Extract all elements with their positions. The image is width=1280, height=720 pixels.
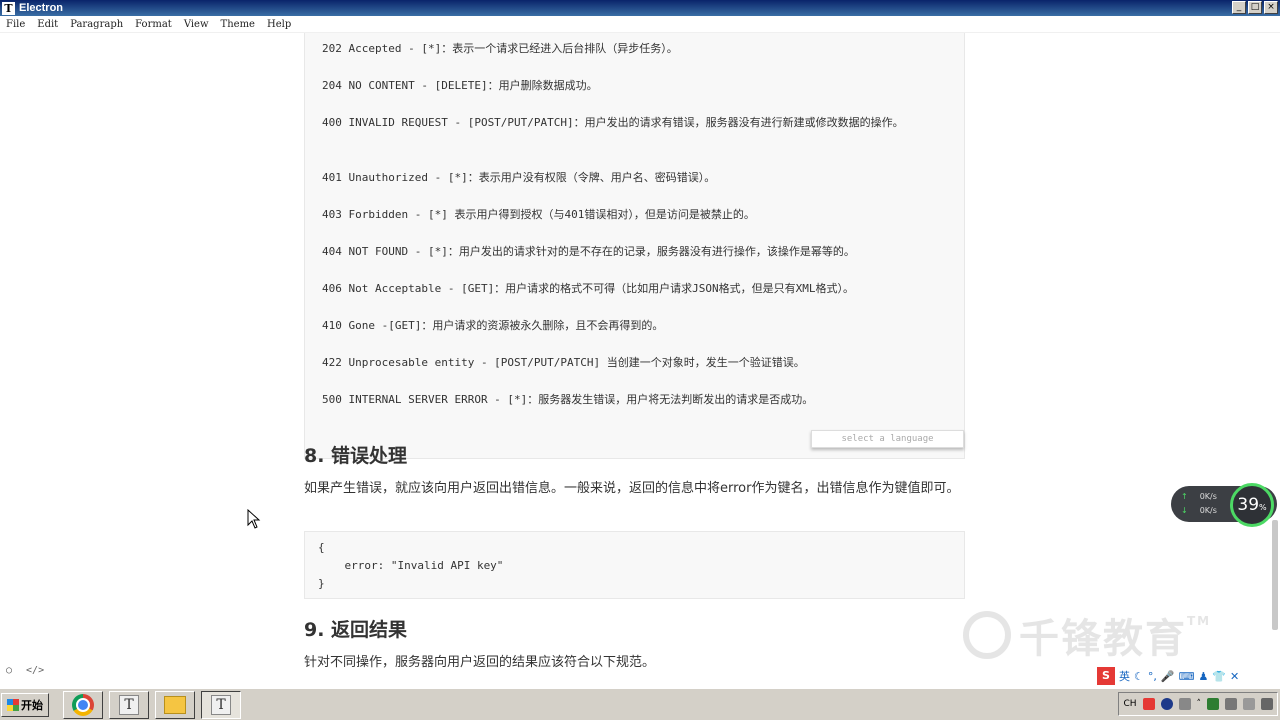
memory-usage-gauge: 39% [1230, 483, 1274, 527]
start-button[interactable]: 开始 [1, 692, 49, 717]
typora-icon: T [119, 694, 139, 715]
mouse-cursor-icon [247, 509, 261, 529]
ime-toolbar: S 英 ☾ °, 🎤 ⌨ ♟ 👕 ✕ [1097, 667, 1239, 685]
source-code-mode-icon[interactable]: </> [26, 665, 44, 676]
menu-view[interactable]: View [178, 19, 215, 30]
security-icon[interactable] [1207, 698, 1219, 710]
pen-icon[interactable] [1178, 698, 1191, 710]
microphone-icon[interactable]: 🎤 [1161, 670, 1175, 683]
folder-icon [164, 695, 186, 714]
code-line: 404 NOT FOUND - [*]：用户发出的请求针对的是不存在的记录，服务… [322, 245, 855, 258]
minimize-button[interactable]: _ [1232, 1, 1246, 14]
memory-usage-value: 39 [1237, 495, 1260, 515]
sogou-ime-icon[interactable]: S [1097, 667, 1115, 685]
watermark-logo-icon [963, 611, 1011, 659]
upload-arrow-icon: ↑ [1181, 492, 1188, 501]
moon-icon[interactable]: ☾ [1134, 670, 1144, 683]
code-line: 500 INTERNAL SERVER ERROR - [*]：服务器发生错误，… [322, 393, 814, 406]
code-line: } [318, 577, 325, 590]
chrome-icon [72, 693, 94, 716]
upload-speed: 0K/s [1199, 492, 1217, 501]
close-button[interactable]: × [1264, 1, 1278, 14]
menu-help[interactable]: Help [261, 19, 297, 30]
code-line: 202 Accepted - [*]：表示一个请求已经进入后台排队（异步任务）。 [322, 42, 678, 55]
user-icon[interactable]: ♟ [1198, 670, 1208, 683]
watermark-text: 千锋教育 [1019, 616, 1187, 662]
outline-toggle-icon[interactable]: ○ [6, 665, 12, 676]
windows-logo-icon [7, 698, 19, 711]
code-line: 422 Unprocesable entity - [POST/PUT/PATC… [322, 356, 805, 369]
taskbar-chrome[interactable] [63, 690, 103, 719]
typora-app-icon: T [2, 1, 15, 15]
taskbar: 开始 T T CH ˄ [0, 688, 1280, 720]
network-speed-widget[interactable]: ↑ 0K/s ↓ 0K/s 39% [1171, 483, 1277, 527]
usb-icon[interactable] [1225, 698, 1237, 710]
section-9-heading: 9. 返回结果 [304, 619, 408, 641]
maximize-button[interactable]: □ [1248, 1, 1262, 14]
code-line: 400 INVALID REQUEST - [POST/PUT/PATCH]：用… [322, 116, 904, 129]
code-line: 410 Gone -[GET]：用户请求的资源被永久删除，且不会再得到的。 [322, 319, 664, 332]
download-arrow-icon: ↓ [1181, 506, 1188, 515]
network-icon[interactable] [1243, 698, 1255, 710]
watermark-trademark: TM [1187, 614, 1212, 628]
start-label: 开始 [21, 698, 43, 712]
menu-format[interactable]: Format [129, 19, 178, 30]
ime-language-toggle[interactable]: 英 [1119, 668, 1130, 684]
menu-bar: File Edit Paragraph Format View Theme He… [0, 16, 1280, 33]
section-8-paragraph: 如果产生错误，就应该向用户返回出错信息。一般来说，返回的信息中将error作为键… [304, 481, 960, 496]
code-line: { [318, 541, 325, 554]
download-speed: 0K/s [1199, 506, 1217, 515]
window-controls: _ □ × [1232, 1, 1278, 14]
vertical-scrollbar[interactable] [1272, 520, 1278, 630]
taskbar-explorer[interactable] [155, 690, 195, 719]
code-line: 403 Forbidden - [*] 表示用户得到授权（与401错误相对），但… [322, 208, 755, 221]
sogou-tray-icon[interactable] [1142, 698, 1155, 710]
code-line: 204 NO CONTENT - [DELETE]：用户删除数据成功。 [322, 79, 598, 92]
code-language-select[interactable]: select a language [811, 430, 964, 448]
punctuation-icon[interactable]: °, [1148, 670, 1157, 683]
system-tray: CH ˄ [1118, 692, 1278, 716]
menu-paragraph[interactable]: Paragraph [64, 19, 129, 30]
volume-icon[interactable] [1261, 698, 1273, 710]
section-9-paragraph: 针对不同操作，服务器向用户返回的结果应该符合以下规范。 [304, 655, 656, 670]
code-line: 406 Not Acceptable - [GET]：用户请求的格式不可得（比如… [322, 282, 855, 295]
section-8-heading: 8. 错误处理 [304, 445, 408, 467]
window-titlebar[interactable]: T Electron _ □ × [0, 0, 1280, 16]
shirt-icon[interactable]: 👕 [1212, 670, 1226, 683]
typora-icon: T [211, 694, 231, 715]
code-line: 401 Unauthorized - [*]：表示用户没有权限（令牌、用户名、密… [322, 171, 716, 184]
brand-watermark: 千锋教育 TM [963, 606, 1211, 664]
memory-usage-unit: % [1259, 503, 1267, 512]
menu-theme[interactable]: Theme [215, 19, 261, 30]
menu-edit[interactable]: Edit [31, 19, 64, 30]
document-editor[interactable]: 202 Accepted - [*]：表示一个请求已经进入后台排队（异步任务）。… [0, 33, 1280, 685]
menu-file[interactable]: File [0, 19, 31, 30]
keyboard-icon[interactable]: ⌨ [1179, 670, 1195, 683]
chevron-up-icon[interactable]: ˄ [1197, 699, 1202, 709]
code-line: error: "Invalid API key" [318, 559, 504, 572]
error-code-block[interactable]: { error: "Invalid API key" } [304, 531, 965, 599]
help-icon[interactable] [1160, 698, 1173, 710]
taskbar-typora-2[interactable]: T [201, 690, 241, 719]
status-codes-code-block[interactable]: 202 Accepted - [*]：表示一个请求已经进入后台排队（异步任务）。… [304, 33, 965, 459]
taskbar-typora-1[interactable]: T [109, 690, 149, 719]
editor-footer: ○ </> [6, 665, 44, 676]
window-title: Electron [19, 2, 64, 14]
input-language-indicator[interactable]: CH [1123, 699, 1136, 709]
tools-icon[interactable]: ✕ [1230, 670, 1239, 683]
